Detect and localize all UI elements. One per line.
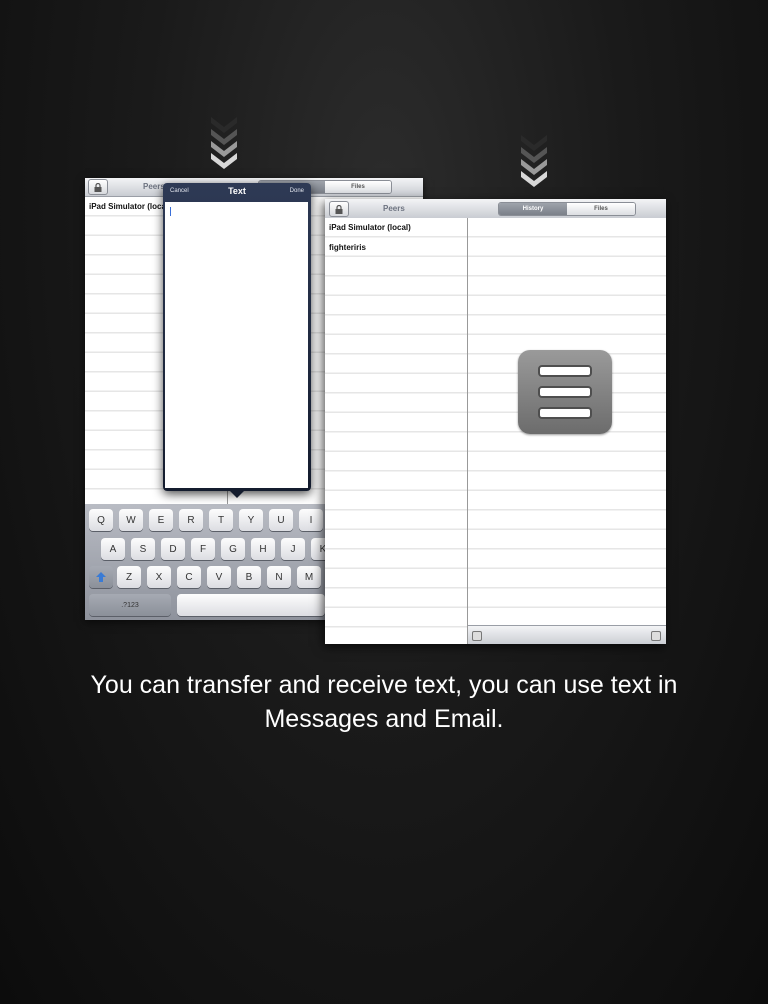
key-h[interactable]: H [251, 538, 275, 560]
peer-item[interactable]: fighteriris [325, 238, 467, 258]
key-z[interactable]: Z [117, 566, 141, 588]
compose-icon[interactable] [651, 631, 661, 641]
key-f[interactable]: F [191, 538, 215, 560]
popover-arrow [229, 490, 245, 498]
key-w[interactable]: W [119, 509, 143, 531]
key-v[interactable]: V [207, 566, 231, 588]
key-i[interactable]: I [299, 509, 323, 531]
lock-button[interactable] [88, 179, 108, 195]
sidebar-title: Peers [383, 204, 405, 213]
keyboard: Q W E R T Y U I A S D F G H J K Z X C V … [85, 504, 325, 620]
front-screenshot: Peers History Files iPad Simulator (loca… [325, 199, 666, 644]
chevron-down-icon [211, 117, 237, 169]
menu-list-icon [518, 350, 612, 434]
done-button[interactable]: Done [290, 188, 304, 194]
key-r[interactable]: R [179, 509, 203, 531]
key-s[interactable]: S [131, 538, 155, 560]
list-icon[interactable] [472, 631, 482, 641]
key-g[interactable]: G [221, 538, 245, 560]
key-u[interactable]: U [269, 509, 293, 531]
key-m[interactable]: M [297, 566, 321, 588]
key-b[interactable]: B [237, 566, 261, 588]
key-j[interactable]: J [281, 538, 305, 560]
space-key[interactable] [177, 594, 325, 616]
tab-files[interactable]: Files [325, 181, 391, 193]
key-k[interactable]: K [311, 538, 325, 560]
shift-key[interactable] [89, 566, 113, 588]
segmented-control[interactable]: History Files [498, 202, 636, 216]
lock-button[interactable] [329, 201, 349, 217]
lock-icon [94, 182, 102, 192]
caption-text: You can transfer and receive text, you c… [90, 671, 678, 733]
text-input-area[interactable] [165, 202, 308, 488]
key-e[interactable]: E [149, 509, 173, 531]
key-a[interactable]: A [101, 538, 125, 560]
key-d[interactable]: D [161, 538, 185, 560]
key-y[interactable]: Y [239, 509, 263, 531]
tab-history[interactable]: History [499, 203, 567, 215]
shift-arrow-icon [96, 572, 106, 582]
bottom-toolbar [468, 625, 666, 644]
lock-icon [335, 204, 343, 214]
tab-files[interactable]: Files [567, 203, 635, 215]
key-x[interactable]: X [147, 566, 171, 588]
key-c[interactable]: C [177, 566, 201, 588]
sidebar-title: Peers [143, 182, 165, 191]
numbers-key[interactable]: .?123 [89, 594, 171, 616]
key-t[interactable]: T [209, 509, 233, 531]
popover-nav-bar: Cancel Text Done [163, 183, 311, 201]
text-popover: Cancel Text Done [163, 183, 311, 491]
key-n[interactable]: N [267, 566, 291, 588]
key-q[interactable]: Q [89, 509, 113, 531]
peer-item[interactable]: iPad Simulator (local) [325, 218, 467, 238]
chevron-down-icon [521, 135, 547, 187]
text-cursor [170, 207, 171, 216]
front-toolbar: Peers History Files [325, 199, 666, 219]
peer-list: iPad Simulator (local) fighteriris [325, 218, 468, 644]
